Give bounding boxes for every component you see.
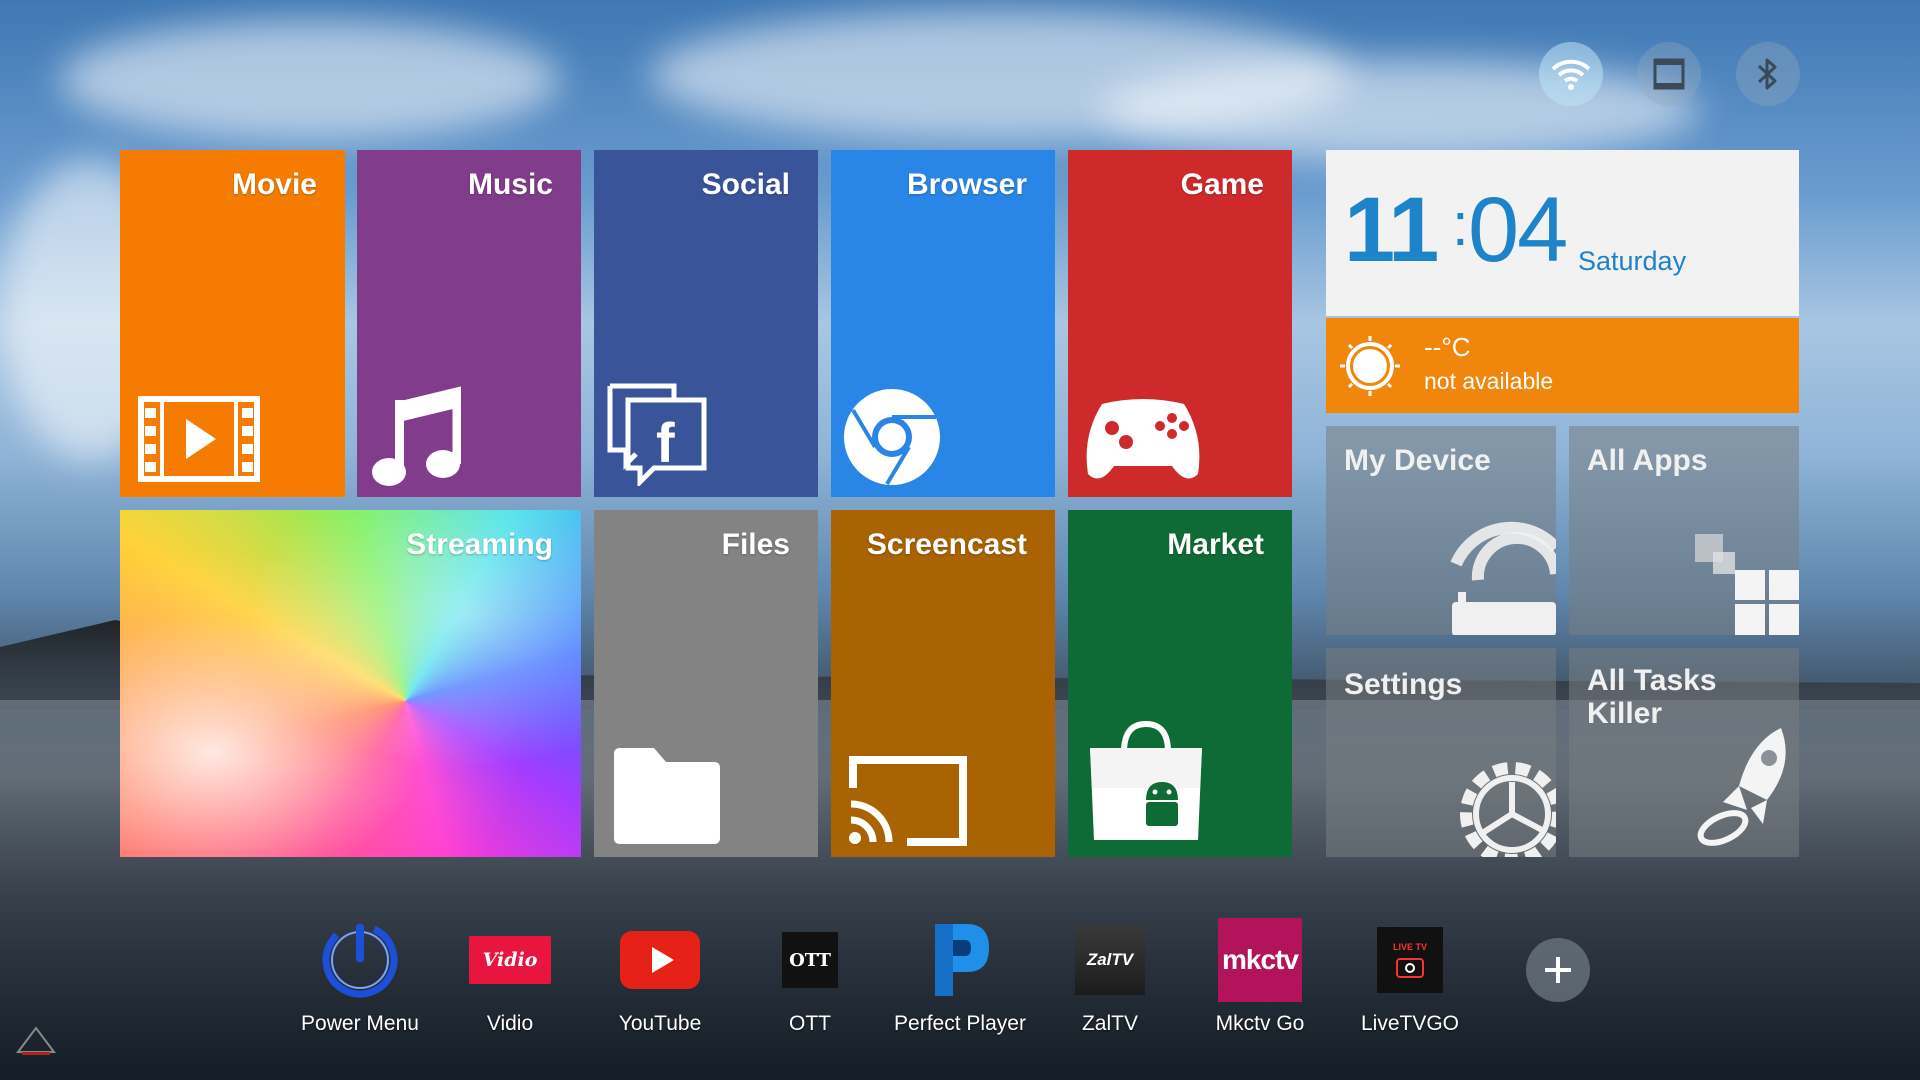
tile-game-label: Game bbox=[1180, 168, 1264, 201]
zaltv-logo-icon: ZalTV bbox=[1068, 918, 1152, 1002]
tile-music[interactable]: Music bbox=[357, 150, 581, 497]
clock-minute: 04 bbox=[1468, 179, 1568, 281]
dock-item-ott[interactable]: OTT OTT bbox=[735, 918, 885, 1036]
dock-item-livetvgo[interactable]: LIVE TV LiveTVGO bbox=[1335, 918, 1485, 1036]
clock-hour: 11 bbox=[1344, 179, 1439, 281]
livetvgo-logo-text: LIVE TV bbox=[1392, 941, 1427, 952]
bluetooth-button[interactable] bbox=[1736, 42, 1800, 106]
zaltv-logo-text: ZalTV bbox=[1086, 950, 1134, 969]
dock-item-zaltv[interactable]: ZalTV ZalTV bbox=[1035, 918, 1185, 1036]
tile-screencast-label: Screencast bbox=[866, 528, 1027, 561]
tile-streaming[interactable]: Streaming bbox=[120, 510, 581, 857]
ott-logo-text: OTT bbox=[789, 949, 831, 971]
folder-icon bbox=[614, 748, 720, 844]
plus-icon bbox=[1545, 957, 1571, 983]
dock-item-power-menu[interactable]: Power Menu bbox=[285, 918, 435, 1036]
clock-day: Saturday bbox=[1578, 246, 1687, 276]
apps-grid-icon bbox=[1695, 534, 1799, 635]
tile-social-label: Social bbox=[701, 168, 790, 201]
tile-settings-label: Settings bbox=[1344, 668, 1463, 701]
rocket-icon bbox=[1697, 728, 1786, 846]
tile-my-device-label: My Device bbox=[1344, 444, 1491, 477]
dock-item-mkctv-go[interactable]: mkctv Mkctv Go bbox=[1185, 918, 1335, 1036]
clock-widget[interactable]: 11 : 04 Saturday bbox=[1326, 150, 1799, 316]
tile-screencast[interactable]: Screencast bbox=[831, 510, 1055, 857]
tile-all-apps[interactable]: All Apps bbox=[1569, 426, 1799, 635]
dock-label: Perfect Player bbox=[894, 1012, 1026, 1035]
film-icon bbox=[138, 396, 260, 482]
dock-label: LiveTVGO bbox=[1360, 1012, 1460, 1035]
streaming-artwork-overlay bbox=[120, 510, 581, 857]
tile-browser-label: Browser bbox=[906, 168, 1027, 201]
dock-item-vidio[interactable]: Vidio Vidio bbox=[435, 918, 585, 1036]
tile-movie[interactable]: Movie bbox=[120, 150, 345, 497]
tile-settings[interactable]: Settings bbox=[1326, 648, 1556, 857]
tile-market-label: Market bbox=[1167, 528, 1264, 561]
tile-all-tasks-killer[interactable]: All Tasks Killer bbox=[1569, 648, 1799, 857]
dock-label: Mkctv Go bbox=[1215, 1012, 1305, 1035]
gamepad-icon bbox=[1086, 399, 1200, 479]
bluetooth-icon bbox=[1757, 58, 1777, 90]
dock-label: OTT bbox=[789, 1012, 831, 1035]
tile-all-apps-label: All Apps bbox=[1587, 444, 1708, 477]
tile-files-label: Files bbox=[721, 528, 790, 561]
perfect-player-icon bbox=[918, 918, 1002, 1002]
tile-streaming-label: Streaming bbox=[406, 528, 553, 561]
background-cloud bbox=[1100, 60, 1700, 160]
tile-music-label: Music bbox=[467, 168, 553, 201]
livetvgo-logo-icon: LIVE TV bbox=[1368, 918, 1452, 1002]
dock-item-perfect-player[interactable]: Perfect Player bbox=[885, 918, 1035, 1036]
weather-temperature: --°C bbox=[1424, 332, 1471, 362]
mkctv-logo-text: mkctv bbox=[1222, 944, 1299, 975]
tile-all-tasks-killer-label: All Tasks Killer bbox=[1587, 664, 1717, 730]
market-bag-icon bbox=[1090, 720, 1202, 840]
weather-status: not available bbox=[1424, 368, 1554, 394]
vidio-logo-text: Vidio bbox=[482, 949, 538, 971]
wifi-button[interactable] bbox=[1539, 42, 1603, 106]
tile-market[interactable]: Market bbox=[1068, 510, 1292, 857]
social-chat-icon: f bbox=[607, 383, 707, 486]
vidio-logo-icon: Vidio bbox=[468, 918, 552, 1002]
youtube-icon bbox=[618, 918, 702, 1002]
power-icon bbox=[318, 918, 402, 1002]
tile-my-device[interactable]: My Device bbox=[1326, 426, 1556, 635]
background-cloud bbox=[60, 20, 560, 140]
chrome-icon bbox=[844, 389, 940, 486]
mkctv-logo-icon: mkctv bbox=[1218, 918, 1302, 1002]
tile-game[interactable]: Game bbox=[1068, 150, 1292, 497]
tile-social[interactable]: Social f bbox=[594, 150, 818, 497]
router-icon bbox=[1450, 521, 1556, 635]
tile-movie-label: Movie bbox=[231, 168, 317, 201]
tile-files[interactable]: Files bbox=[594, 510, 818, 857]
dock-label: YouTube bbox=[618, 1012, 702, 1035]
sun-icon bbox=[1340, 336, 1400, 396]
corner-logo-icon bbox=[16, 1026, 56, 1055]
dock-item-youtube[interactable]: YouTube bbox=[585, 918, 735, 1036]
svg-text:f: f bbox=[656, 411, 675, 474]
dock-label: Power Menu bbox=[301, 1012, 419, 1035]
add-shortcut-button[interactable] bbox=[1526, 938, 1590, 1002]
tile-browser[interactable]: Browser bbox=[831, 150, 1055, 497]
screen-icon bbox=[1653, 58, 1685, 90]
dock-label: ZalTV bbox=[1081, 1012, 1138, 1035]
dock-label: Vidio bbox=[486, 1012, 534, 1035]
gear-icon bbox=[1460, 762, 1556, 857]
wifi-icon bbox=[1551, 59, 1591, 90]
cast-icon bbox=[849, 756, 967, 846]
screen-button[interactable] bbox=[1637, 42, 1701, 106]
clock-separator: : bbox=[1452, 191, 1469, 258]
ott-logo-icon: OTT bbox=[768, 918, 852, 1002]
weather-widget[interactable]: --°C not available bbox=[1326, 318, 1799, 413]
music-note-icon bbox=[372, 386, 461, 486]
